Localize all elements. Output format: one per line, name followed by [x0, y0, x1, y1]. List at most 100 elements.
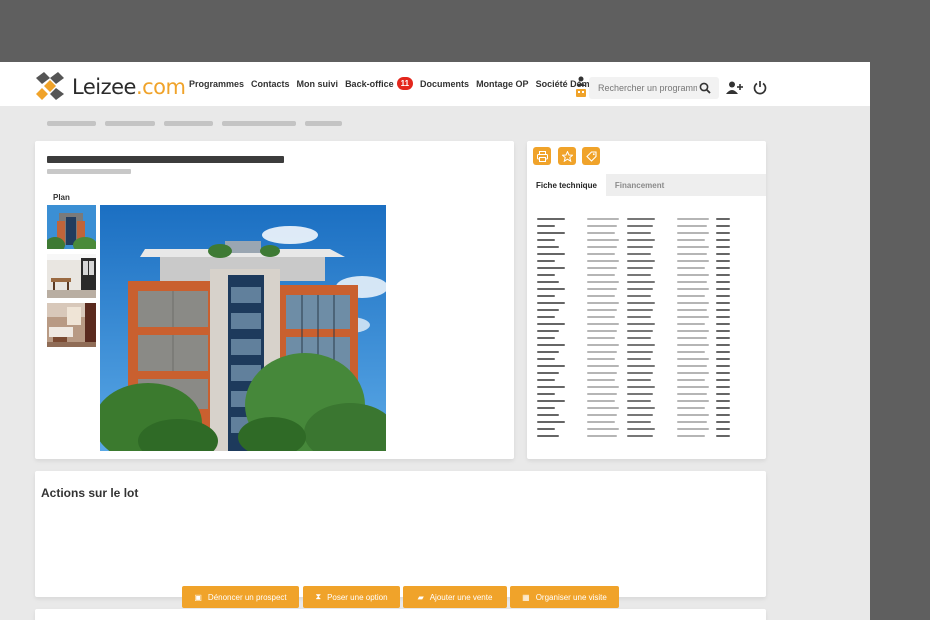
add-sale-button[interactable]: ▰ Ajouter une vente — [403, 586, 507, 608]
main-nav: Programmes Contacts Mon suivi Back-offic… — [189, 77, 618, 90]
print-button[interactable] — [533, 147, 551, 165]
spec-line — [627, 358, 651, 360]
spec-line — [716, 309, 730, 311]
spec-line — [537, 267, 565, 269]
spec-line — [627, 379, 651, 381]
favorite-button[interactable] — [558, 147, 576, 165]
user-plus-icon[interactable] — [726, 81, 743, 95]
button-label: Ajouter une vente — [429, 592, 493, 602]
tag-button[interactable] — [582, 147, 600, 165]
gallery-label[interactable]: Plan — [53, 193, 70, 202]
spec-line — [537, 218, 565, 220]
spec-line — [587, 393, 617, 395]
spec-line — [677, 421, 707, 423]
nav-back-office[interactable]: Back-office 11 — [345, 77, 414, 90]
spec-line — [587, 302, 619, 304]
calendar-icon: ▦ — [522, 592, 530, 602]
spec-line — [627, 393, 653, 395]
breadcrumb-item[interactable] — [47, 121, 96, 126]
spec-line — [537, 239, 555, 241]
thumbnail-building[interactable] — [47, 205, 96, 249]
spec-line — [677, 288, 709, 290]
lot-gallery-card: Plan — [35, 141, 514, 459]
spec-line — [587, 288, 617, 290]
spec-line — [677, 239, 705, 241]
brand-name: Leizee.com — [72, 75, 186, 99]
spec-line — [627, 414, 653, 416]
spec-line — [537, 358, 555, 360]
spec-line — [587, 239, 619, 241]
search-box — [589, 77, 719, 99]
nav-programmes[interactable]: Programmes — [189, 79, 244, 89]
spec-line — [677, 218, 709, 220]
spec-line — [627, 274, 651, 276]
spec-line — [537, 421, 565, 423]
details-tabs: Fiche technique Financement — [527, 174, 766, 196]
spec-line — [587, 281, 619, 283]
place-option-button[interactable]: ⧗ Poser une option — [303, 586, 400, 608]
id-card-icon: ▣ — [194, 592, 202, 602]
next-section-card — [35, 609, 766, 620]
organize-visit-button[interactable]: ▦ Organiser une visite — [510, 586, 619, 608]
spec-line — [537, 316, 555, 318]
spec-line — [627, 288, 653, 290]
spec-line — [537, 274, 555, 276]
button-label: Organiser une visite — [535, 592, 607, 602]
spec-line — [716, 288, 730, 290]
spec-line — [677, 246, 709, 248]
main-property-photo[interactable] — [100, 205, 386, 451]
nav-documents[interactable]: Documents — [420, 79, 469, 89]
spec-labels-column — [716, 218, 730, 442]
search-input[interactable] — [589, 83, 697, 93]
spec-line — [677, 379, 705, 381]
breadcrumb — [47, 121, 351, 126]
lot-details-card: Fiche technique Financement — [527, 141, 766, 459]
tab-fiche-technique[interactable]: Fiche technique — [527, 174, 606, 196]
spec-line — [587, 309, 617, 311]
breadcrumb-item[interactable] — [105, 121, 155, 126]
spec-line — [587, 246, 617, 248]
spec-line — [587, 428, 619, 430]
printer-icon — [536, 150, 548, 162]
spec-line — [716, 239, 730, 241]
breadcrumb-item[interactable] — [164, 121, 213, 126]
spec-line — [627, 218, 655, 220]
button-label: Dénoncer un prospect — [207, 592, 287, 602]
spec-line — [627, 421, 651, 423]
notification-badge: 11 — [396, 77, 414, 90]
power-icon[interactable] — [753, 80, 767, 95]
denounce-prospect-button[interactable]: ▣ Dénoncer un prospect — [182, 586, 299, 608]
spec-line — [716, 372, 730, 374]
nav-montage-op[interactable]: Montage OP — [476, 79, 529, 89]
spec-line — [677, 365, 707, 367]
spec-line — [677, 274, 709, 276]
user-icon[interactable] — [575, 76, 587, 98]
spec-line — [587, 218, 619, 220]
spec-line — [716, 414, 730, 416]
spec-line — [537, 302, 565, 304]
spec-line — [627, 330, 653, 332]
spec-line — [587, 351, 617, 353]
spec-line — [677, 337, 707, 339]
spec-line — [627, 435, 653, 437]
spec-line — [537, 232, 565, 234]
spec-line — [587, 372, 617, 374]
brand-logo[interactable]: Leizee.com — [34, 72, 186, 102]
spec-line — [627, 386, 655, 388]
tab-financement[interactable]: Financement — [605, 174, 766, 196]
spec-line — [587, 386, 619, 388]
spec-line — [537, 365, 565, 367]
spec-line — [677, 393, 707, 395]
nav-mon-suivi[interactable]: Mon suivi — [297, 79, 339, 89]
spec-line — [627, 246, 653, 248]
search-icon[interactable] — [699, 82, 711, 94]
thumbnail-kitchen[interactable] — [47, 254, 96, 298]
breadcrumb-item[interactable] — [222, 121, 296, 126]
spec-line — [537, 400, 565, 402]
thumbnail-living-room[interactable] — [47, 303, 96, 347]
spec-line — [537, 428, 555, 430]
spec-line — [627, 309, 653, 311]
nav-contacts[interactable]: Contacts — [251, 79, 290, 89]
spec-line — [587, 323, 619, 325]
lot-title — [47, 156, 284, 163]
